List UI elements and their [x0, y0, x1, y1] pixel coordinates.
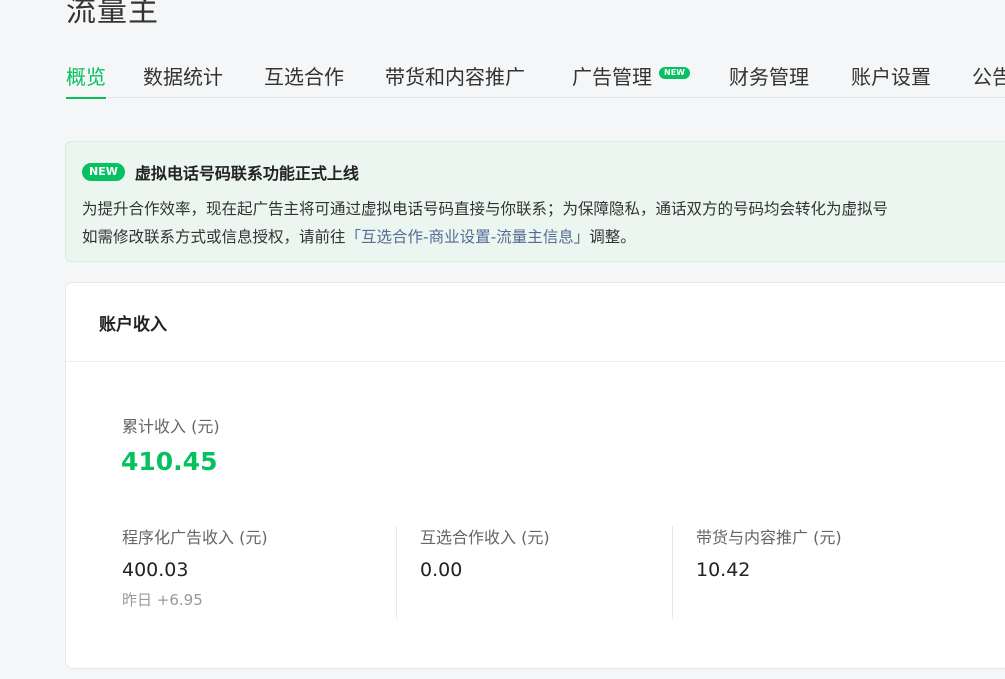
- notice-new-badge: NEW: [82, 163, 125, 181]
- metric-label: 程序化广告收入 (元): [122, 528, 268, 547]
- tab-account-settings[interactable]: 账户设置: [851, 64, 931, 90]
- notice-text-line-1: 为提升合作效率，现在起广告主将可通过虚拟电话号码直接与你联系；为保障隐私，通话双…: [82, 200, 889, 218]
- metric-label: 带货与内容推广 (元): [696, 528, 842, 547]
- tab-ad-management-label: 广告管理: [572, 65, 652, 89]
- notice-header: NEW 虚拟电话号码联系功能正式上线: [82, 160, 359, 184]
- notice-text-prefix: 如需修改联系方式或信息授权，请前往: [82, 228, 346, 246]
- divider: [396, 526, 397, 619]
- divider: [672, 526, 673, 619]
- notice-text-line-2: 如需修改联系方式或信息授权，请前往「互选合作-商业设置-流量主信息」调整。: [82, 226, 636, 248]
- tab-announcement[interactable]: 公告: [972, 64, 1005, 90]
- goods-content-promotion-income: 带货与内容推广 (元) 10.42: [696, 527, 842, 619]
- metric-value: 400.03: [122, 559, 189, 581]
- new-badge: NEW: [659, 67, 690, 79]
- programmatic-ad-income: 程序化广告收入 (元) 400.03 昨日 +6.95: [122, 527, 268, 619]
- business-settings-link[interactable]: 「互选合作-商业设置-流量主信息」: [346, 228, 590, 246]
- app-title: 流量主: [66, 0, 159, 29]
- metric-value: 10.42: [696, 559, 751, 581]
- tab-ad-management[interactable]: 广告管理 NEW: [572, 64, 690, 90]
- mutual-cooperation-income: 互选合作收入 (元) 0.00: [420, 527, 550, 619]
- tab-goods-content-promotion[interactable]: 带货和内容推广: [385, 64, 525, 90]
- account-income-card: 账户收入 累计收入 (元) 410.45 程序化广告收入 (元) 400.03 …: [65, 282, 1005, 669]
- notice-text-suffix: 调整。: [589, 228, 636, 246]
- card-header: 账户收入: [66, 283, 1005, 362]
- card-title: 账户收入: [99, 314, 167, 335]
- total-income-value: 410.45: [121, 447, 218, 476]
- tab-data-statistics[interactable]: 数据统计: [143, 64, 223, 90]
- tab-overview[interactable]: 概览: [66, 64, 106, 99]
- total-income-label: 累计收入 (元): [122, 417, 220, 436]
- main-nav: 概览 数据统计 互选合作 带货和内容推广 广告管理 NEW 财务管理 账户设置 …: [66, 60, 1005, 99]
- notice-banner: NEW 虚拟电话号码联系功能正式上线 为提升合作效率，现在起广告主将可通过虚拟电…: [65, 141, 1005, 262]
- metric-label: 互选合作收入 (元): [420, 528, 550, 547]
- metric-yesterday-change: 昨日 +6.95: [122, 591, 203, 609]
- notice-title: 虚拟电话号码联系功能正式上线: [134, 164, 359, 183]
- tab-mutual-cooperation[interactable]: 互选合作: [264, 64, 344, 90]
- tab-finance-management[interactable]: 财务管理: [729, 64, 809, 90]
- metric-value: 0.00: [420, 559, 463, 581]
- page: 流量主 概览 数据统计 互选合作 带货和内容推广 广告管理 NEW 财务管理 账…: [0, 0, 1005, 679]
